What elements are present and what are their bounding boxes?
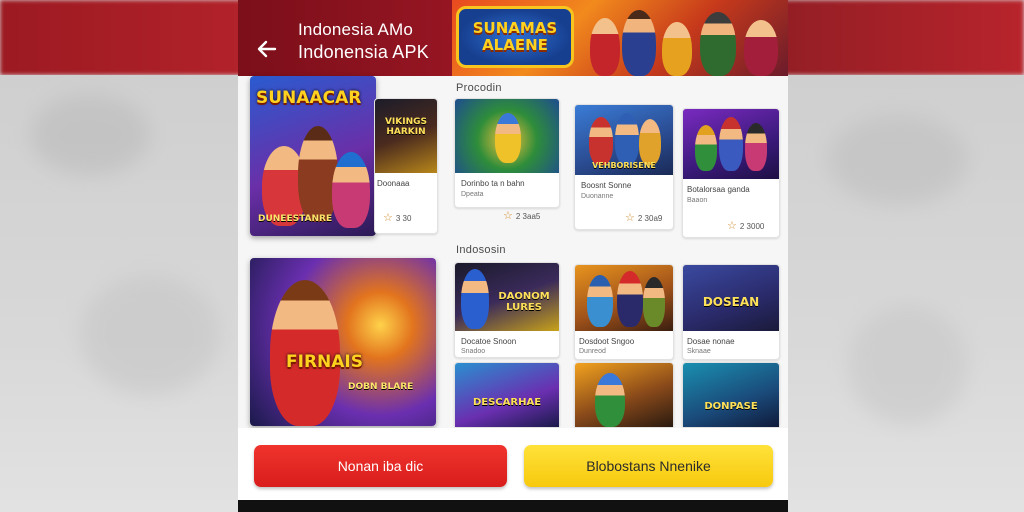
star-icon: ☆ [503,210,513,222]
game-card[interactable]: VIKINGS HARKIN Doonaaa ☆ 3 30 [374,98,438,234]
game-developer: Baaon [687,197,708,204]
arrow-left-icon [257,40,277,58]
game-card[interactable]: DOSEAN Dosae nonae Sknaae [682,264,780,360]
game-card[interactable]: DONPASE [682,362,780,428]
backdrop-left [0,75,238,512]
section-label-featured: Procodin [456,82,502,94]
title-line-1: Indonesia AMo [298,20,414,39]
header-banner-art: SUNAMAS ALAENE [452,0,788,76]
game-name: Docatoe Snoon [461,337,517,346]
game-thumbnail: DONPASE [683,363,779,427]
game-rating: ☆ 2 30a9 [625,212,663,224]
hero-subtitle: DUNEESTANRE [258,214,333,224]
title-line-2: Indonensia APK [298,42,429,62]
hero-subtitle: DOBN BLARE [348,382,414,392]
thumbnail-character [589,117,613,165]
section-label-popular: Indososin [456,244,506,256]
thumbnail-character [587,275,613,327]
game-card[interactable] [574,362,674,428]
game-name: Botalorsaa ganda [687,185,750,194]
thumbnail-character [617,271,643,327]
thumbnail-character [745,123,767,171]
main-content: Procodin Indososin SUNAACAR DUNEESTANRE … [238,76,788,428]
game-thumbnail [575,363,673,427]
game-card[interactable]: DAONOM LURES Docatoe Snoon Snadoo [454,262,560,358]
banner-character [662,22,692,76]
thumbnail-title: DOSEAN [702,295,760,309]
thumbnail-character [615,113,639,165]
game-developer: Dpeata [461,191,484,198]
app-screen: Indonesia AMo Indonensia APK SUNAMAS ALA… [238,0,788,512]
thumbnail-title: DAONOM LURES [498,291,550,313]
thumbnail-character [695,125,717,171]
hero-card-popular[interactable]: FIRNAIS DOBN BLARE [250,258,436,426]
game-thumbnail: DAONOM LURES [455,263,559,331]
rating-value: 2 3000 [739,221,765,231]
banner-character [700,12,736,76]
rating-value: 2 3aa5 [515,211,541,221]
game-card[interactable]: VEHBORISENE Boosnt Sonne Duonanne ☆ 2 30… [574,104,674,230]
thumbnail-character [643,277,665,327]
star-icon: ☆ [625,212,635,224]
thumbnail-character [595,373,625,427]
thumbnail-title: DONPASE [704,401,758,412]
thumbnail-character [639,119,661,165]
game-name: Dosae nonae [687,337,735,346]
thumbnail-character [461,269,489,329]
page-title: Indonesia AMo Indonensia APK [298,18,429,64]
game-rating: ☆ 3 30 [383,212,412,224]
game-name: Boosnt Sonne [581,181,632,190]
hero-title: SUNAACAR [256,88,362,108]
game-thumbnail: VIKINGS HARKIN [375,99,437,173]
system-nav-bar [238,500,788,512]
game-developer: Dunreod [579,348,606,355]
hero-title: FIRNAIS [286,352,363,372]
banner-character [590,18,620,76]
game-rating: ☆ 2 3000 [727,220,765,232]
game-thumbnail [683,109,779,179]
game-card[interactable]: Dosdoot Sngoo Dunreod [574,264,674,360]
game-rating: ☆ 2 3aa5 [503,210,541,222]
star-icon: ☆ [383,212,393,224]
game-developer: Sknaae [687,348,711,355]
thumbnail-character [719,117,743,171]
thumbnail-title: VIKINGS HARKIN [384,117,428,137]
game-thumbnail [455,99,559,173]
game-thumbnail: VEHBORISENE [575,105,673,175]
game-developer: Snadoo [461,348,486,355]
banner-character [744,20,778,76]
game-developer: Duonanne [581,193,614,200]
thumbnail-title: VEHBORISENE [592,161,656,170]
backdrop-right [788,75,1024,512]
rating-value: 2 30a9 [637,213,663,223]
game-card[interactable]: Botalorsaa ganda Baaon ☆ 2 3000 [682,108,780,238]
banner-logo: SUNAMAS ALAENE [456,6,574,68]
game-name: Doonaaa [377,179,410,188]
game-thumbnail [575,265,673,331]
game-name: Dosdoot Sngoo [579,337,635,346]
action-bar: Nonan iba dic Blobostans Nnenike [238,428,788,500]
game-thumbnail: DOSEAN [683,265,779,331]
app-header: Indonesia AMo Indonensia APK SUNAMAS ALA… [238,0,788,76]
game-thumbnail: DESCARHAE [455,363,559,427]
hero-card-featured[interactable]: SUNAACAR DUNEESTANRE [250,76,376,236]
hero-character [332,152,370,228]
rating-value: 3 30 [395,213,412,223]
game-card[interactable]: Dorinbo ta n bahn Dpeata ☆ 2 3aa5 [454,98,560,222]
banner-logo-text: SUNAMAS ALAENE [472,19,558,54]
primary-download-button[interactable]: Nonan iba dic [254,445,507,487]
star-icon: ☆ [727,220,737,232]
game-name: Dorinbo ta n bahn [461,179,525,188]
banner-character [622,10,656,76]
game-card[interactable]: DESCARHAE [454,362,560,428]
back-button[interactable] [252,34,282,64]
thumbnail-title: DESCARHAE [472,397,542,408]
secondary-download-button[interactable]: Blobostans Nnenike [524,445,773,487]
thumbnail-character [495,113,521,163]
